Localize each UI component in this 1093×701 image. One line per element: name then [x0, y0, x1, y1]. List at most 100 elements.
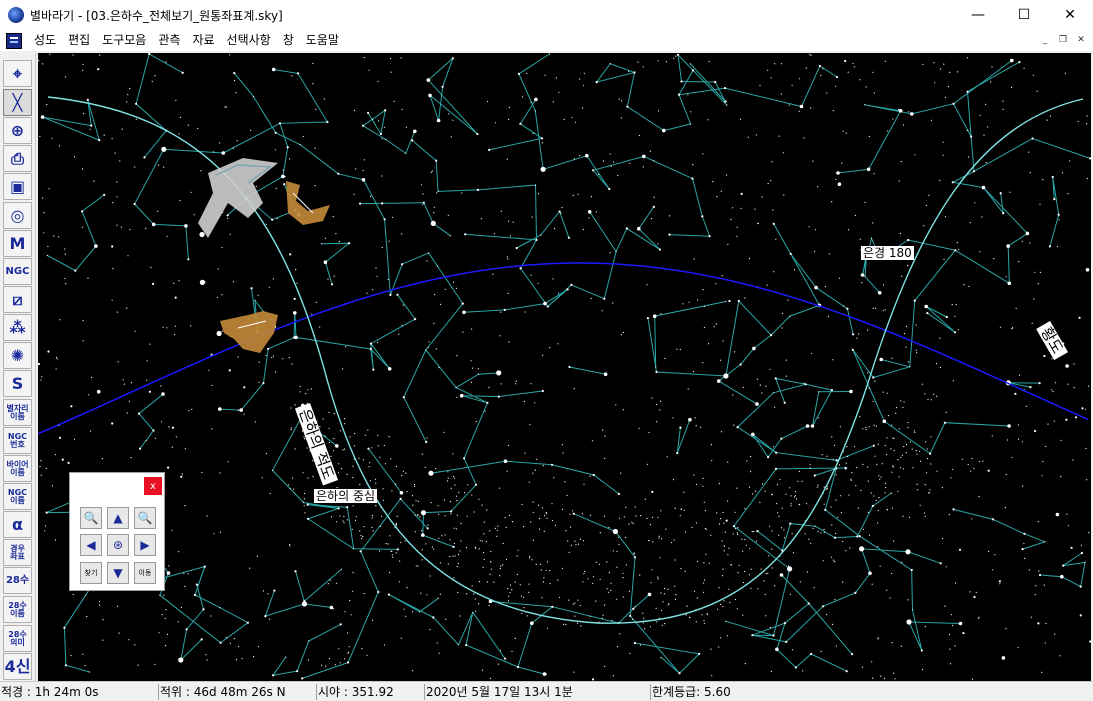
star[interactable]: [250, 129, 252, 131]
star[interactable]: [652, 314, 657, 319]
star[interactable]: [708, 235, 711, 238]
star[interactable]: [914, 431, 916, 433]
star[interactable]: [855, 485, 857, 487]
star[interactable]: [680, 80, 683, 83]
star[interactable]: [787, 299, 789, 301]
star[interactable]: [348, 646, 350, 648]
star[interactable]: [860, 273, 865, 277]
star[interactable]: [788, 104, 790, 106]
star[interactable]: [470, 381, 473, 383]
star[interactable]: [770, 670, 772, 673]
star[interactable]: [488, 148, 491, 151]
star[interactable]: [820, 650, 822, 653]
star[interactable]: [111, 422, 114, 425]
star[interactable]: [702, 485, 704, 487]
star[interactable]: [368, 466, 370, 468]
star[interactable]: [46, 104, 48, 106]
star[interactable]: [966, 90, 969, 93]
star[interactable]: [660, 400, 662, 402]
star[interactable]: [604, 604, 606, 606]
star[interactable]: [306, 517, 310, 520]
star[interactable]: [489, 677, 491, 680]
star[interactable]: [632, 522, 634, 525]
star[interactable]: [890, 492, 893, 494]
star[interactable]: [970, 135, 973, 138]
star[interactable]: [291, 363, 293, 365]
star[interactable]: [1059, 655, 1061, 657]
star[interactable]: [674, 507, 676, 509]
close-button[interactable]: ✕: [1047, 0, 1093, 30]
star[interactable]: [675, 55, 677, 57]
star[interactable]: [727, 554, 729, 556]
star[interactable]: [1018, 261, 1020, 263]
star[interactable]: [830, 506, 832, 508]
star[interactable]: [609, 63, 611, 65]
star[interactable]: [728, 299, 731, 303]
star[interactable]: [781, 312, 784, 314]
star[interactable]: [353, 445, 355, 447]
star[interactable]: [845, 670, 848, 673]
star[interactable]: [1079, 614, 1082, 617]
star[interactable]: [618, 543, 620, 546]
star[interactable]: [135, 102, 138, 105]
star[interactable]: [823, 528, 825, 531]
star[interactable]: [489, 530, 491, 532]
star[interactable]: [551, 605, 554, 608]
star[interactable]: [875, 499, 877, 501]
star[interactable]: [355, 516, 357, 518]
star[interactable]: [321, 243, 323, 245]
star[interactable]: [241, 657, 243, 660]
star[interactable]: [755, 134, 757, 136]
star[interactable]: [359, 530, 361, 532]
star[interactable]: [471, 494, 473, 496]
star[interactable]: [530, 521, 532, 523]
star[interactable]: [919, 504, 921, 506]
star[interactable]: [430, 502, 432, 504]
star[interactable]: [903, 333, 906, 335]
star[interactable]: [962, 632, 965, 635]
star[interactable]: [88, 394, 90, 396]
star[interactable]: [899, 232, 902, 235]
star[interactable]: [909, 366, 911, 368]
star[interactable]: [296, 670, 299, 673]
star[interactable]: [687, 94, 689, 96]
star[interactable]: [51, 137, 53, 139]
star[interactable]: [203, 565, 206, 568]
star[interactable]: [179, 199, 181, 202]
star[interactable]: [772, 634, 775, 637]
star[interactable]: [905, 443, 908, 446]
star[interactable]: [774, 467, 778, 470]
star[interactable]: [352, 465, 354, 467]
star[interactable]: [229, 54, 231, 56]
star[interactable]: [53, 235, 55, 237]
star[interactable]: [1080, 551, 1083, 555]
star[interactable]: [858, 333, 860, 335]
star[interactable]: [599, 532, 601, 534]
star[interactable]: [770, 334, 773, 337]
star[interactable]: [361, 178, 366, 182]
star[interactable]: [776, 484, 779, 486]
star[interactable]: [646, 317, 650, 320]
star[interactable]: [162, 392, 164, 394]
star[interactable]: [761, 196, 763, 198]
star[interactable]: [499, 335, 501, 337]
star[interactable]: [790, 495, 792, 497]
star[interactable]: [943, 258, 945, 260]
star[interactable]: [217, 268, 219, 270]
star[interactable]: [377, 434, 379, 436]
star[interactable]: [945, 411, 947, 413]
star[interactable]: [878, 475, 880, 477]
star[interactable]: [783, 537, 786, 539]
star[interactable]: [824, 286, 827, 288]
star[interactable]: [879, 565, 881, 567]
star[interactable]: [130, 382, 132, 384]
star[interactable]: [710, 444, 713, 446]
star[interactable]: [628, 590, 631, 592]
star[interactable]: [661, 538, 663, 540]
star[interactable]: [604, 515, 606, 517]
star[interactable]: [668, 233, 671, 236]
star[interactable]: [952, 102, 955, 105]
star[interactable]: [292, 477, 294, 479]
star[interactable]: [308, 640, 310, 642]
star[interactable]: [787, 566, 793, 572]
